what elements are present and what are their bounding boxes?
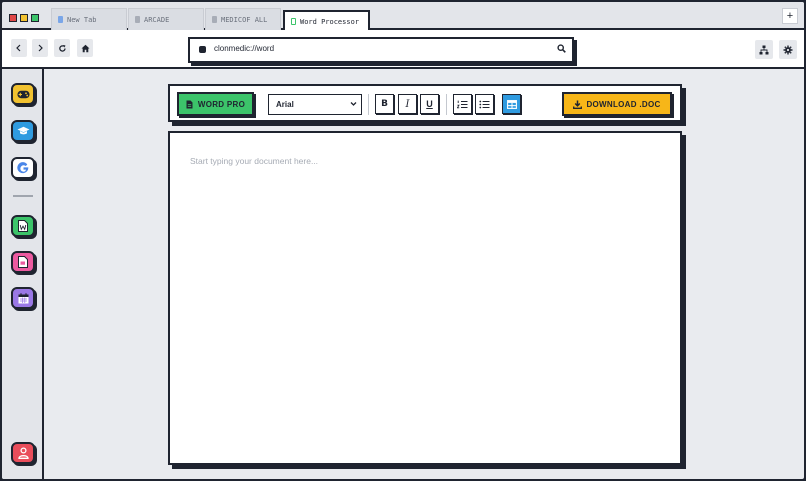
toolbar-divider — [446, 94, 447, 115]
sidebar-app-education[interactable] — [11, 120, 35, 142]
sidebar-app-arcade[interactable] — [11, 83, 35, 105]
word-document-icon — [18, 220, 28, 232]
sidebar-app-google[interactable] — [11, 157, 35, 179]
tab-page-icon — [58, 16, 63, 23]
ordered-list-button[interactable] — [453, 94, 472, 114]
underline-button[interactable]: U — [420, 94, 439, 114]
back-button[interactable] — [11, 39, 27, 57]
tab-bar: New Tab ARCADE MEDICOF ALL Word Processo… — [2, 2, 804, 31]
search-icon[interactable] — [557, 44, 566, 53]
close-window-button[interactable] — [9, 14, 17, 22]
app-sidebar — [2, 69, 44, 479]
tab-label: MEDICOF ALL — [221, 15, 268, 24]
download-label: DOWNLOAD .DOC — [586, 99, 661, 109]
sidebar-divider — [13, 195, 33, 197]
chevron-right-icon — [38, 44, 43, 52]
reload-button[interactable] — [54, 39, 70, 57]
google-icon — [16, 161, 28, 173]
gear-icon — [783, 45, 793, 54]
italic-button[interactable]: I — [398, 94, 417, 114]
database-icon — [199, 46, 206, 53]
font-family-select[interactable]: Arial — [268, 94, 362, 115]
editor-toolbar: WORD PRO Arial B I U DOWNLOAD .DOC — [168, 84, 682, 122]
gamepad-icon — [17, 90, 29, 98]
address-bar[interactable]: clonmedic://word — [188, 37, 574, 63]
chevron-left-icon — [16, 44, 21, 52]
chevron-down-icon — [350, 102, 357, 106]
pdf-document-icon — [18, 256, 28, 268]
bullet-list-button[interactable] — [475, 94, 494, 114]
bold-button[interactable]: B — [375, 94, 394, 114]
new-tab-button[interactable]: + — [782, 8, 798, 24]
maximize-window-button[interactable] — [31, 14, 39, 22]
tab-label: Word Processor — [300, 17, 360, 26]
download-doc-button[interactable]: DOWNLOAD .DOC — [562, 92, 672, 116]
tab-page-icon — [212, 16, 217, 23]
sidebar-app-profile[interactable] — [11, 442, 35, 464]
tab-arcade[interactable]: ARCADE — [128, 8, 204, 30]
tab-label: ARCADE — [144, 15, 170, 24]
toolbar-divider — [368, 94, 369, 115]
home-icon — [81, 44, 89, 52]
extensions-button[interactable] — [755, 40, 773, 59]
document-editor[interactable]: Start typing your document here... — [168, 131, 682, 465]
settings-button[interactable] — [779, 40, 797, 59]
navigation-bar: clonmedic://word — [2, 30, 804, 69]
sidebar-app-word[interactable] — [11, 215, 35, 237]
url-text[interactable]: clonmedic://word — [214, 44, 274, 53]
browser-window: New Tab ARCADE MEDICOF ALL Word Processo… — [0, 0, 806, 481]
minimize-window-button[interactable] — [20, 14, 28, 22]
ordered-list-icon — [457, 100, 468, 108]
tab-new-tab[interactable]: New Tab — [51, 8, 127, 30]
word-pro-label: WORD PRO — [197, 99, 246, 109]
forward-button[interactable] — [32, 39, 48, 57]
table-icon — [506, 99, 517, 109]
font-selected-value: Arial — [276, 100, 294, 109]
tab-page-icon — [135, 16, 140, 23]
sidebar-app-calendar[interactable] — [11, 287, 35, 309]
editor-placeholder: Start typing your document here... — [190, 156, 319, 166]
word-pro-button[interactable]: WORD PRO — [177, 92, 254, 116]
calendar-icon — [18, 292, 28, 303]
document-icon — [186, 100, 193, 108]
tab-label: New Tab — [67, 15, 97, 24]
download-icon — [573, 100, 583, 109]
insert-table-button[interactable] — [502, 94, 521, 114]
document-icon — [291, 18, 296, 25]
bullet-list-icon — [479, 100, 490, 108]
sitemap-icon — [759, 45, 769, 54]
reload-icon — [58, 44, 66, 52]
tab-medicof-all[interactable]: MEDICOF ALL — [205, 8, 281, 30]
window-controls — [9, 14, 39, 22]
user-profile-icon — [17, 447, 29, 459]
tab-word-processor[interactable]: Word Processor — [283, 10, 370, 31]
home-button[interactable] — [77, 39, 93, 57]
graduation-cap-icon — [17, 126, 29, 135]
sidebar-app-pdf[interactable] — [11, 251, 35, 273]
